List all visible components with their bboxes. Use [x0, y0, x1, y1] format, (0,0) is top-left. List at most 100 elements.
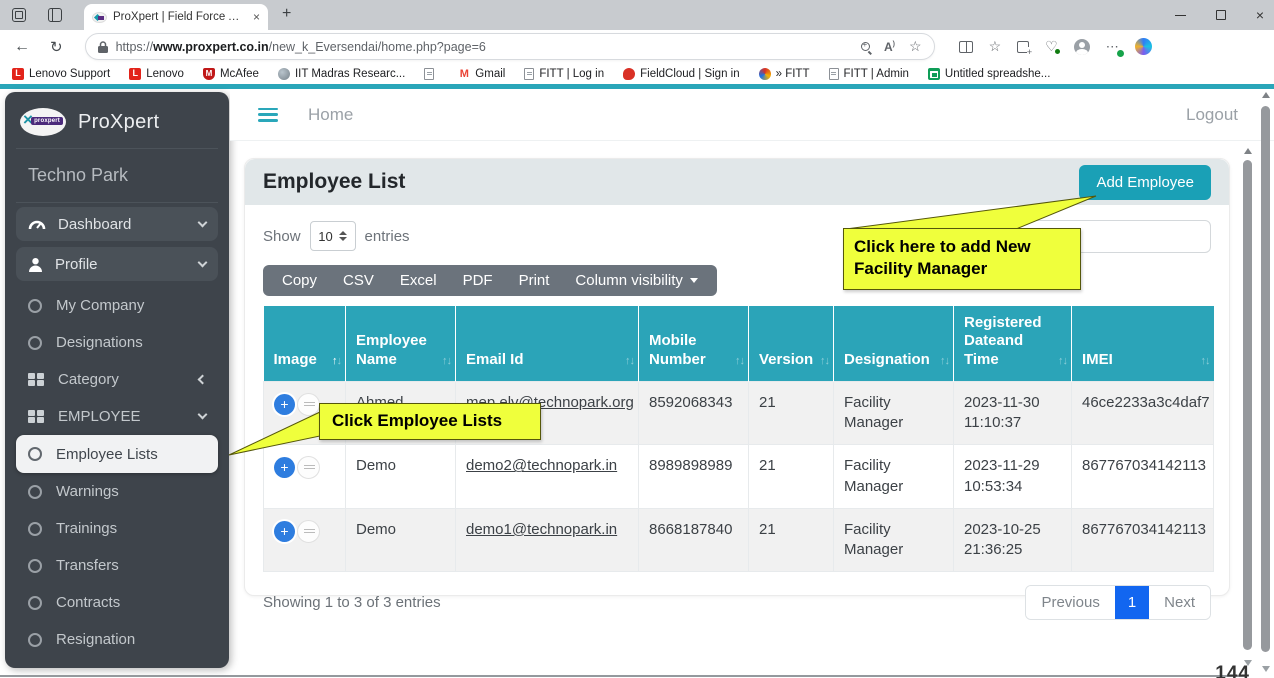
bookmark-spreadsheet[interactable]: Untitled spreadshe...	[928, 68, 1050, 80]
sidebar-item-profile[interactable]: Profile	[16, 247, 218, 281]
favorite-star-icon[interactable]: ☆	[909, 38, 922, 55]
sidebar-item-my-company[interactable]: My Company	[16, 287, 218, 324]
sidebar-item-category[interactable]: Category	[16, 361, 218, 398]
scrollbar-thumb[interactable]	[1261, 106, 1270, 652]
email-link[interactable]: demo2@technopark.in	[466, 457, 617, 474]
col-employee-name[interactable]: Employee Name	[346, 306, 456, 381]
tab-close-icon[interactable]: ×	[253, 11, 260, 23]
table-header-row: Image Employee Name Email Id Mobile Numb…	[264, 306, 1214, 381]
bookmark-untitled[interactable]	[424, 68, 439, 80]
page-icon	[829, 68, 839, 80]
page-bottom-rule	[0, 675, 1245, 677]
scrollbar-thumb[interactable]	[1243, 160, 1252, 650]
back-icon[interactable]: ←	[14, 38, 30, 56]
close-window-icon[interactable]: ×	[1256, 8, 1264, 22]
sort-icon	[332, 355, 341, 368]
col-imei[interactable]: IMEI	[1072, 306, 1214, 381]
callout-add-employee: Click here to add New Facility Manager	[843, 228, 1081, 290]
sidebar-item-employee[interactable]: EMPLOYEE	[16, 398, 218, 435]
brand[interactable]: × proxpert ProXpert	[16, 104, 218, 146]
bookmark-mcafee[interactable]: MMcAfee	[203, 68, 259, 80]
col-email[interactable]: Email Id	[456, 306, 639, 381]
bookmark-gmail[interactable]: MGmail	[458, 68, 505, 80]
sidebar-item-contracts[interactable]: Contracts	[16, 584, 218, 621]
bookmark-lenovo-support[interactable]: LLenovo Support	[12, 68, 110, 80]
tab-actions-icon[interactable]	[48, 8, 62, 22]
page-1-button[interactable]: 1	[1115, 586, 1149, 619]
zoom-icon[interactable]	[861, 42, 870, 51]
bookmark-iit-madras[interactable]: IIT Madras Researc...	[278, 68, 405, 80]
sidebar-item-terminations[interactable]: Terminations	[16, 658, 218, 668]
bookmark-fitt-login[interactable]: FITT | Log in	[524, 68, 604, 80]
settings-menu-icon[interactable]: ⋯	[1106, 39, 1119, 55]
favorites-icon[interactable]: ☆	[989, 38, 1002, 55]
page-icon	[424, 68, 434, 80]
sidebar-item-designations[interactable]: Designations	[16, 324, 218, 361]
mcafee-icon: M	[203, 68, 215, 80]
read-aloud-icon[interactable]: A)	[884, 40, 895, 54]
copilot-icon[interactable]	[1135, 38, 1152, 55]
bookmark-fieldcloud[interactable]: FieldCloud | Sign in	[623, 68, 740, 80]
csv-button[interactable]: CSV	[330, 272, 387, 289]
breadcrumb-home[interactable]: Home	[308, 105, 353, 125]
browser-tab[interactable]: ProXpert | Field Force Automation ×	[84, 4, 268, 30]
outer-scrollbar[interactable]	[1259, 88, 1273, 676]
entries-label: entries	[365, 228, 410, 245]
page-size-select[interactable]: 10	[310, 221, 356, 251]
email-link[interactable]: demo1@technopark.in	[466, 521, 617, 538]
expand-row-button[interactable]: +	[274, 521, 295, 542]
sidebar-item-resignation[interactable]: Resignation	[16, 621, 218, 658]
col-registered[interactable]: Registered Dateand Time	[954, 306, 1072, 381]
minimize-icon[interactable]	[1175, 15, 1186, 16]
employee-image-placeholder	[297, 520, 320, 543]
sidebar-item-warnings[interactable]: Warnings	[16, 473, 218, 510]
next-page-button[interactable]: Next	[1149, 586, 1210, 619]
callout-employee-lists: Click Employee Lists	[319, 403, 541, 440]
hamburger-menu-icon[interactable]	[258, 108, 278, 122]
grid-icon	[28, 410, 44, 423]
expand-row-button[interactable]: +	[274, 394, 295, 415]
divider	[16, 202, 218, 203]
bookmark-fitt-admin[interactable]: FITT | Admin	[829, 68, 909, 80]
fitt-icon	[759, 68, 771, 80]
col-version[interactable]: Version	[749, 306, 834, 381]
col-designation[interactable]: Designation	[834, 306, 954, 381]
split-screen-icon[interactable]	[959, 41, 973, 53]
collections-icon[interactable]	[1017, 41, 1029, 53]
previous-page-button[interactable]: Previous	[1026, 586, 1114, 619]
browser-essentials-icon[interactable]: ♡	[1045, 38, 1058, 55]
sidebar-item-dashboard[interactable]: Dashboard	[16, 207, 218, 241]
expand-row-button[interactable]: +	[274, 457, 295, 478]
sidebar-item-trainings[interactable]: Trainings	[16, 510, 218, 547]
new-tab-button[interactable]: +	[282, 5, 291, 23]
column-visibility-button[interactable]: Column visibility	[562, 272, 711, 289]
col-mobile[interactable]: Mobile Number	[639, 306, 749, 381]
add-employee-button[interactable]: Add Employee	[1079, 165, 1211, 200]
card-header: Employee List Add Employee	[245, 159, 1229, 205]
bookmark-lenovo[interactable]: LLenovo	[129, 68, 184, 80]
sidebar-menu: Dashboard Profile My Company Designation…	[16, 207, 218, 668]
print-button[interactable]: Print	[506, 272, 563, 289]
logout-link[interactable]: Logout	[1186, 105, 1238, 125]
lock-icon	[98, 41, 108, 53]
copy-button[interactable]: Copy	[269, 272, 330, 289]
profile-avatar-icon[interactable]	[1074, 39, 1090, 55]
page-scrollbar[interactable]	[1241, 144, 1254, 670]
spinner-icon	[339, 231, 347, 241]
scroll-up-icon[interactable]	[1262, 92, 1270, 98]
web-page: × proxpert ProXpert Techno Park Dashboar…	[0, 84, 1274, 678]
screenshot-root: ProXpert | Field Force Automation × + × …	[0, 0, 1274, 678]
maximize-icon[interactable]	[1216, 10, 1226, 20]
sidebar-item-transfers[interactable]: Transfers	[16, 547, 218, 584]
address-bar[interactable]: https://www.proxpert.co.in/new_k_Eversen…	[85, 33, 935, 60]
workspaces-icon[interactable]	[12, 8, 26, 22]
chevron-down-icon	[198, 217, 208, 227]
refresh-icon[interactable]: ↻	[50, 38, 63, 56]
col-image[interactable]: Image	[264, 306, 346, 381]
sidebar-item-employee-lists[interactable]: Employee Lists	[16, 435, 218, 473]
bookmark-fitt[interactable]: » FITT	[759, 68, 810, 80]
excel-button[interactable]: Excel	[387, 272, 450, 289]
scroll-up-icon[interactable]	[1244, 148, 1252, 154]
scroll-down-icon[interactable]	[1262, 666, 1270, 672]
pdf-button[interactable]: PDF	[450, 272, 506, 289]
